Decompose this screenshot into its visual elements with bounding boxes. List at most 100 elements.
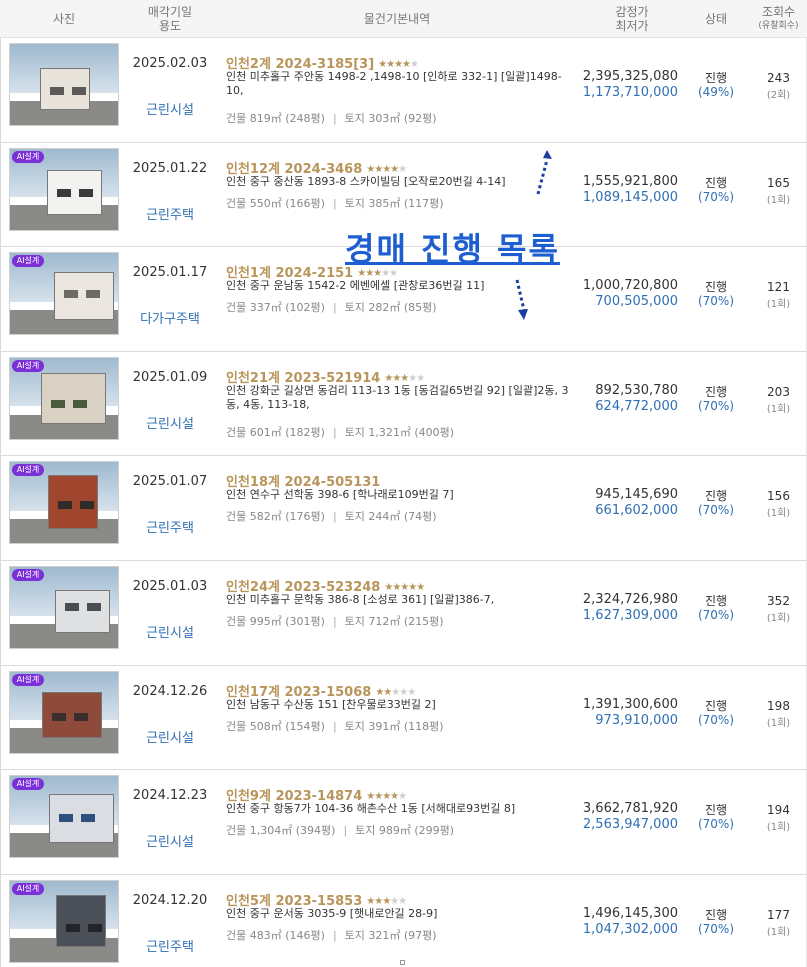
star-icon: ★ xyxy=(398,895,407,907)
property-use: 다가구주택 xyxy=(140,312,200,328)
appraisal-price: 1,496,145,300 xyxy=(582,905,678,921)
minimum-price: 2,563,947,000 xyxy=(582,817,678,833)
minimum-price: 661,602,000 xyxy=(595,503,678,519)
price-ratio: (70%) xyxy=(697,712,735,727)
status-label: 진행 xyxy=(704,907,728,922)
ai-badge: AI설계 xyxy=(12,255,44,268)
photo-window xyxy=(59,814,73,823)
auction-row[interactable]: AI설계 2025.01.07 근린주택 인천18계 2024-505131 인… xyxy=(0,456,807,561)
row-edge xyxy=(0,142,1,247)
auction-row[interactable]: AI설계 2024.12.20 근린주택 인천5계 2023-15853 ★★★★… xyxy=(0,874,807,967)
star-icon: ★ xyxy=(382,791,391,803)
building-area: 건물 483㎡ (146평) xyxy=(226,928,325,942)
property-use: 근린시설 xyxy=(146,835,194,851)
area-separator: | xyxy=(332,112,337,125)
minimum-price: 1,627,309,000 xyxy=(582,608,678,623)
photo-window xyxy=(65,603,79,611)
ai-badge: AI설계 xyxy=(12,569,44,581)
area-info: 건물 508㎡ (154평) | 토지 391㎡ (118평) xyxy=(226,718,444,734)
property-address: 인천 연수구 선학동 398-6 [학나래로109번길 7] xyxy=(226,488,454,502)
price-ratio: (70%) xyxy=(697,608,735,622)
rating-stars: ★★★★★ xyxy=(384,582,425,593)
land-area: 토지 1,321㎡ (400평) xyxy=(344,425,455,439)
area-info: 건물 483㎡ (146평) | 토지 321㎡ (97평) xyxy=(226,927,437,943)
photo-window xyxy=(58,501,72,510)
photo-building xyxy=(54,271,114,320)
view-count: 203 xyxy=(767,384,790,399)
fail-count: (1회) xyxy=(766,613,791,624)
property-photo[interactable]: AI설계 xyxy=(9,356,119,440)
star-icon: ★ xyxy=(386,59,395,70)
auction-row[interactable]: AI설계 2024.12.23 근린시설 인천9계 2023-14874 ★★★★… xyxy=(0,770,807,875)
star-icon: ★ xyxy=(390,895,399,907)
land-area: 토지 303㎡ (92평) xyxy=(344,112,437,125)
sale-date: 2024.12.26 xyxy=(132,683,208,699)
area-info: 건물 1,304㎡ (394평) | 토지 989㎡ (299평) xyxy=(226,822,454,838)
status-label: 진행 xyxy=(704,280,728,295)
view-count: 156 xyxy=(767,489,790,504)
land-area: 토지 385㎡ (117평) xyxy=(344,196,444,210)
property-use: 근린시설 xyxy=(146,416,194,432)
area-separator: | xyxy=(332,928,337,942)
photo-window xyxy=(66,923,80,932)
area-info: 건물 601㎡ (182평) | 토지 1,321㎡ (400평) xyxy=(226,424,454,440)
ai-badge: AI설계 xyxy=(12,882,44,895)
resize-handle[interactable] xyxy=(400,960,405,965)
property-photo[interactable]: AI설계 xyxy=(9,252,119,336)
rating-stars: ★★★★★ xyxy=(375,687,416,698)
property-use: 근린주택 xyxy=(146,207,194,223)
auction-row[interactable]: AI설계 2024.12.26 근린시설 인천17계 2023-15068 ★★★… xyxy=(0,665,807,771)
property-photo[interactable] xyxy=(9,43,119,126)
property-photo[interactable]: AI설계 xyxy=(9,147,119,231)
property-photo[interactable]: AI설계 xyxy=(9,566,119,649)
view-count: 352 xyxy=(767,594,790,608)
area-separator: | xyxy=(332,615,337,628)
property-photo[interactable]: AI설계 xyxy=(9,879,119,963)
auction-row[interactable]: 2025.02.03 근린시설 인천2계 2024-3185[3] ★★★★★ 인… xyxy=(0,38,807,143)
sale-date: 2025.01.17 xyxy=(132,265,208,281)
arrow-up-icon xyxy=(536,150,552,195)
building-area: 건물 601㎡ (182평) xyxy=(226,425,325,439)
star-icon: ★ xyxy=(416,582,425,593)
appraisal-price: 2,324,726,980 xyxy=(582,592,678,607)
star-icon: ★ xyxy=(382,895,391,907)
property-photo[interactable]: AI설계 xyxy=(9,670,119,754)
property-photo[interactable]: AI설계 xyxy=(9,461,119,545)
area-info: 건물 582㎡ (176평) | 토지 244㎡ (74평) xyxy=(226,508,437,524)
status-label: 진행 xyxy=(704,803,728,818)
star-icon: ★ xyxy=(398,791,407,803)
appraisal-price: 945,145,690 xyxy=(595,487,678,503)
photo-window xyxy=(87,603,101,611)
header-minimum: 최저가 xyxy=(615,19,649,33)
status-label: 진행 xyxy=(704,698,728,713)
sale-date: 2024.12.20 xyxy=(132,892,208,908)
land-area: 토지 321㎡ (97평) xyxy=(344,928,437,942)
appraisal-price: 3,662,781,920 xyxy=(582,801,678,817)
star-icon: ★ xyxy=(374,895,383,907)
row-edge xyxy=(0,770,1,874)
property-use: 근린주택 xyxy=(146,939,194,955)
photo-building xyxy=(47,170,102,216)
photo-window xyxy=(88,923,102,932)
minimum-price: 1,047,302,000 xyxy=(582,921,678,937)
price-ratio: (70%) xyxy=(697,817,735,832)
sale-date: 2025.01.03 xyxy=(132,579,208,594)
rating-stars: ★★★★★ xyxy=(366,163,407,175)
property-address: 인천 미추홀구 문학동 386-8 [소성로 361] [일괄]386-7, xyxy=(226,593,495,606)
sale-date: 2024.12.23 xyxy=(132,788,208,804)
area-separator: | xyxy=(343,824,348,838)
star-icon: ★ xyxy=(390,163,399,175)
minimum-price: 1,173,710,000 xyxy=(582,85,678,100)
property-address: 인천 중구 운서동 3035-9 [햇내로안길 28-9] xyxy=(226,906,438,920)
property-photo[interactable]: AI설계 xyxy=(9,775,119,859)
appraisal-price: 1,000,720,800 xyxy=(582,278,678,294)
sale-date: 2025.02.03 xyxy=(132,56,208,71)
fail-count: (1회) xyxy=(766,926,791,938)
status-label: 진행 xyxy=(704,489,728,504)
ai-badge: AI설계 xyxy=(12,778,44,791)
auction-row[interactable]: AI설계 2025.01.09 근린시설 인천21계 2023-521914 ★★… xyxy=(0,351,807,457)
star-icon: ★ xyxy=(378,59,387,70)
area-info: 건물 995㎡ (301평) | 토지 712㎡ (215평) xyxy=(226,613,444,629)
rating-stars: ★★★★★ xyxy=(366,895,407,907)
auction-row[interactable]: AI설계 2025.01.03 근린시설 인천24계 2023-523248 ★★… xyxy=(0,561,807,666)
